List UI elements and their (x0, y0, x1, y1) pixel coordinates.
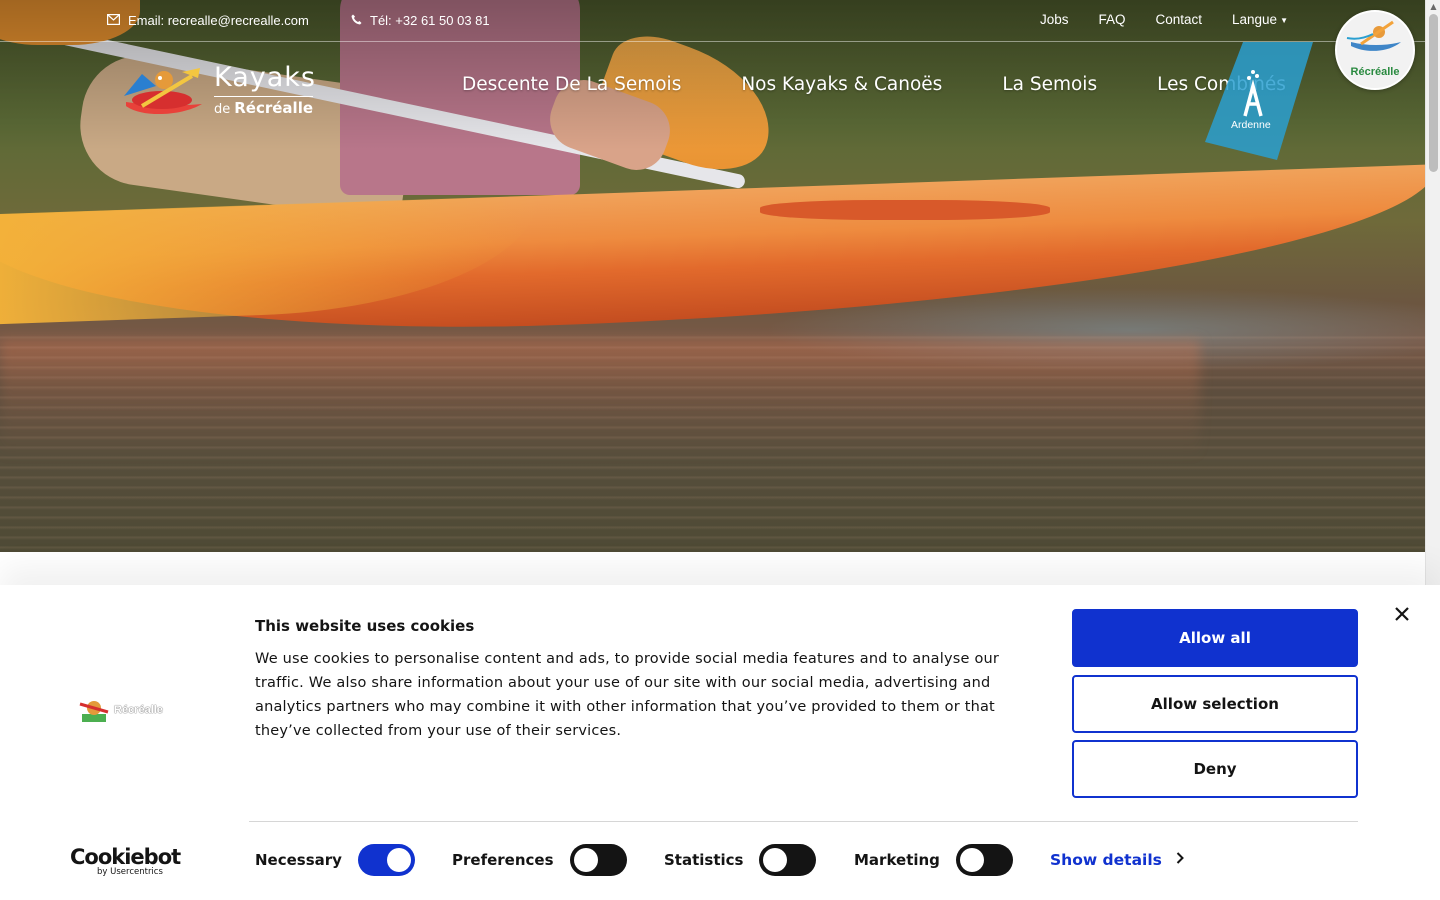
scroll-up-arrow-icon[interactable]: ▲ (1426, 0, 1440, 14)
faq-link[interactable]: FAQ (1098, 12, 1125, 27)
language-label: Langue (1232, 12, 1278, 27)
brand-sub-prefix: de (214, 102, 231, 117)
main-navigation: Descente De La Semois Nos Kayaks & Canoë… (462, 74, 1286, 95)
brand-subtitle: de Récréalle (214, 96, 314, 117)
show-details-link[interactable]: Show details (1050, 851, 1184, 869)
toggle-marketing[interactable] (955, 844, 1013, 876)
consent-label-necessary: Necessary (255, 851, 342, 869)
consent-preferences: Preferences (452, 844, 627, 876)
cookie-site-logo: Récréalle (78, 698, 178, 724)
top-links: Jobs FAQ Contact Langue ▼ (1040, 12, 1288, 27)
phone-icon (351, 14, 362, 28)
phone-text: Tél: +32 61 50 03 81 (370, 13, 490, 28)
allow-all-button[interactable]: Allow all (1072, 609, 1358, 667)
nav-item-semois[interactable]: La Semois (1002, 74, 1097, 95)
caret-down-icon: ▼ (1280, 15, 1288, 25)
brand-sub-name: Récréalle (234, 99, 314, 117)
toggle-necessary[interactable] (357, 844, 415, 876)
brand-title: Kayaks (214, 62, 317, 93)
cookie-consent-banner: Récréalle This website uses cookies We u… (0, 585, 1440, 900)
ardenne-badge-icon (1205, 42, 1313, 160)
cookie-description: We use cookies to personalise content an… (255, 651, 1000, 739)
email-contact[interactable]: Email: recrealle@recrealle.com (107, 13, 309, 28)
water-ripples (0, 330, 1425, 552)
email-text: Email: recrealle@recrealle.com (128, 13, 309, 28)
phone-contact[interactable]: Tél: +32 61 50 03 81 (351, 13, 490, 28)
consent-statistics: Statistics (664, 844, 817, 876)
toggle-preferences[interactable] (569, 844, 627, 876)
contact-link[interactable]: Contact (1155, 12, 1202, 27)
hero-kayak-cockpit (760, 200, 1050, 220)
toggle-knob (386, 848, 411, 872)
round-badge-label: Récréalle (1350, 66, 1400, 78)
consent-label-preferences: Preferences (452, 851, 554, 869)
show-details-label: Show details (1050, 851, 1162, 869)
consent-label-marketing: Marketing (854, 851, 940, 869)
cookiebot-name: Cookiebot (70, 845, 181, 869)
envelope-icon (107, 13, 121, 28)
consent-label-statistics: Statistics (664, 851, 744, 869)
nav-item-kayaks[interactable]: Nos Kayaks & Canoës (741, 74, 942, 95)
recrealle-round-badge[interactable]: Récréalle (1335, 10, 1415, 90)
chevron-right-icon (1176, 852, 1184, 868)
recrealle-mini-logo-icon (79, 701, 109, 722)
ardenne-label: Ardenne (1231, 119, 1271, 131)
kayaker-logo-icon (1346, 20, 1401, 51)
allow-selection-button[interactable]: Allow selection (1072, 675, 1358, 733)
toggle-knob (763, 848, 788, 872)
site-logo[interactable]: Kayaks de Récréalle (122, 62, 322, 120)
jobs-link[interactable]: Jobs (1040, 12, 1069, 27)
kayak-logo-icon (124, 68, 202, 115)
nav-item-descente[interactable]: Descente De La Semois (462, 74, 681, 95)
consent-necessary: Necessary (255, 844, 415, 876)
cookie-logo-text: Récréalle (114, 704, 163, 716)
cookiebot-logo[interactable]: Cookiebot by Usercentrics (70, 845, 181, 879)
scroll-thumb[interactable] (1429, 14, 1438, 172)
top-utility-bar: Email: recrealle@recrealle.com Tél: +32 … (0, 0, 1425, 42)
consent-marketing: Marketing (854, 844, 1013, 876)
toggle-knob (959, 848, 984, 872)
deny-button[interactable]: Deny (1072, 740, 1358, 798)
cookie-title: This website uses cookies (255, 617, 475, 635)
toggle-knob (573, 848, 598, 872)
cookie-divider (249, 821, 1358, 822)
toggle-statistics[interactable] (759, 844, 817, 876)
close-icon[interactable] (1391, 605, 1413, 627)
language-dropdown[interactable]: Langue ▼ (1232, 12, 1288, 27)
